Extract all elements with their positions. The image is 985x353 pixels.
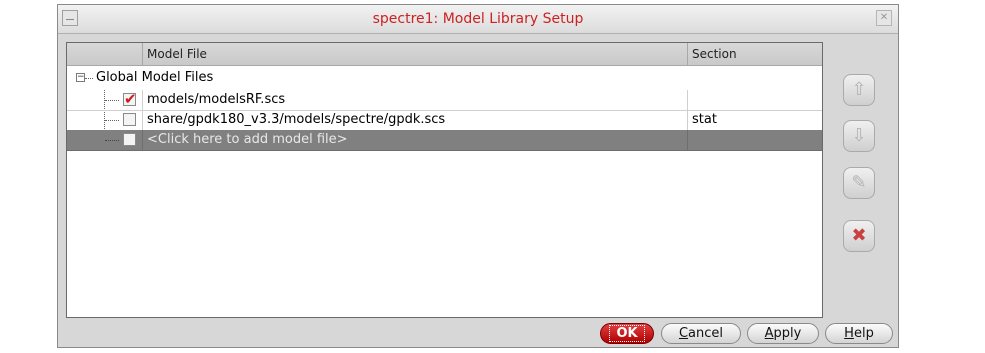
move-down-button[interactable]: ⇩ [843, 120, 875, 152]
cancel-button[interactable]: Cancel [661, 323, 741, 344]
tree-connector [105, 120, 119, 121]
apply-button[interactable]: Apply [747, 323, 819, 344]
model-file-cell[interactable]: models/modelsRF.scs [142, 90, 687, 110]
enable-checkbox[interactable]: ✔ [123, 92, 137, 107]
model-file-cell[interactable]: share/gpdk180_v3.3/models/spectre/gpdk.s… [142, 110, 687, 130]
apply-mnemonic: A [764, 326, 774, 341]
tree-connector [105, 100, 119, 101]
add-model-file-placeholder[interactable]: <Click here to add model file> [142, 130, 687, 150]
enable-checkbox[interactable] [123, 113, 136, 126]
section-cell[interactable]: stat [687, 110, 823, 130]
ok-label: OK [609, 325, 645, 342]
cancel-label: ancel [688, 326, 724, 341]
close-window-button[interactable]: ✕ [876, 10, 892, 26]
tree-connector [105, 140, 119, 141]
apply-label: pply [773, 326, 802, 341]
model-file-table: Model File Section − Global Model Files … [66, 42, 823, 318]
tree-root-global-model-files[interactable]: − Global Model Files [67, 68, 822, 88]
tree-root-label: Global Model Files [96, 70, 214, 85]
section-cell[interactable] [687, 90, 823, 110]
table-row[interactable]: share/gpdk180_v3.3/models/spectre/gpdk.s… [67, 110, 822, 131]
move-up-button[interactable]: ⇧ [843, 74, 875, 106]
edit-icon: ✎ [851, 172, 867, 193]
table-row[interactable]: ✔ models/modelsRF.scs [67, 90, 822, 111]
ok-button[interactable]: OK [600, 323, 654, 344]
collapse-toggle-icon[interactable]: − [76, 73, 85, 82]
edit-button[interactable]: ✎ [843, 167, 875, 199]
model-library-setup-window: spectre1: Model Library Setup ✕ Model Fi… [57, 4, 899, 348]
column-header-section[interactable]: Section [687, 43, 823, 65]
table-header: Model File Section [67, 43, 822, 66]
arrow-up-icon: ⇧ [851, 79, 867, 100]
tree-connector [85, 78, 93, 79]
delete-icon: ✖ [851, 225, 867, 246]
window-title: spectre1: Model Library Setup [372, 11, 584, 27]
title-bar[interactable]: spectre1: Model Library Setup ✕ [58, 5, 898, 34]
help-button[interactable]: Help [825, 323, 893, 344]
help-mnemonic: H [844, 326, 854, 341]
section-cell[interactable] [687, 130, 823, 150]
delete-button[interactable]: ✖ [843, 220, 875, 252]
add-model-file-row[interactable]: <Click here to add model file> [67, 130, 822, 151]
cancel-mnemonic: C [678, 326, 689, 341]
close-icon: ✕ [879, 12, 889, 23]
dialog-button-bar: OK Cancel Apply Help [58, 321, 898, 347]
column-header-model-file[interactable]: Model File [142, 43, 687, 65]
help-label: elp [853, 326, 874, 341]
arrow-down-icon: ⇩ [851, 125, 867, 146]
enable-checkbox[interactable] [123, 133, 136, 146]
